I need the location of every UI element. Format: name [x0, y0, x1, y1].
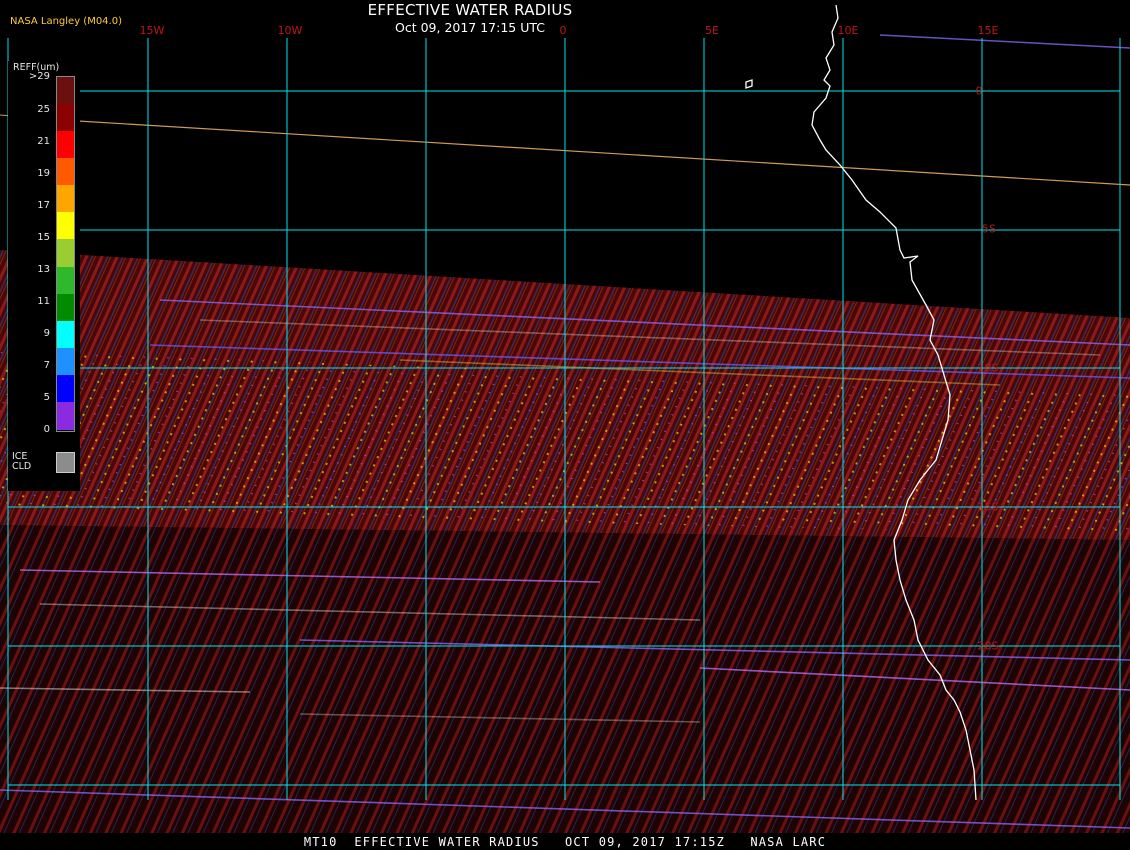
- lat-label-0: 0: [975, 84, 983, 98]
- legend-ice-swatch: [56, 452, 75, 473]
- legend-tick-label: 19: [37, 168, 50, 179]
- lat-label-5s: 5S: [982, 222, 996, 236]
- legend-tick-label: 21: [37, 136, 50, 147]
- legend-tick-label: 7: [43, 360, 50, 371]
- lon-label-15w: 15W: [139, 24, 165, 37]
- legend-frame: [56, 76, 75, 432]
- scan-line: [77, 120, 1130, 186]
- legend-tick-label: 17: [37, 200, 50, 211]
- color-legend: REFF(um) >29 25 21 19 17 15 13 11 9 7 5 0 ICE CLD: [8, 61, 80, 491]
- legend-ice-label-2: CLD: [12, 461, 32, 472]
- lon-label-10w: 10W: [277, 24, 303, 37]
- legend-tick-label: 9: [43, 328, 50, 339]
- legend-tick-label: 25: [37, 104, 50, 115]
- satellite-map: [0, 4, 1130, 833]
- legend-tick-label: >29: [28, 71, 50, 82]
- producer-label: NASA Langley (M04.0): [10, 16, 122, 27]
- lat-label-15s: 15S: [977, 500, 999, 514]
- lon-label-15e: 15E: [977, 24, 999, 37]
- lat-label-10s: 10S: [977, 361, 999, 375]
- legend-tick-label: 0: [43, 424, 50, 435]
- legend-tick-label: 13: [37, 264, 50, 275]
- map-title: EFFECTIVE WATER RADIUS: [367, 1, 573, 19]
- legend-tick-label: 5: [43, 392, 50, 403]
- lon-label-10e: 10E: [837, 24, 859, 37]
- lon-label-0: 0: [559, 24, 567, 37]
- lat-label-20s: 20S: [977, 639, 999, 653]
- legend-tick-label: 15: [37, 232, 50, 243]
- legend-tick-label: 11: [37, 296, 50, 307]
- lon-label-5e: 5E: [705, 24, 719, 37]
- footer-caption: MT10 EFFECTIVE WATER RADIUS OCT 09, 2017…: [0, 835, 1130, 850]
